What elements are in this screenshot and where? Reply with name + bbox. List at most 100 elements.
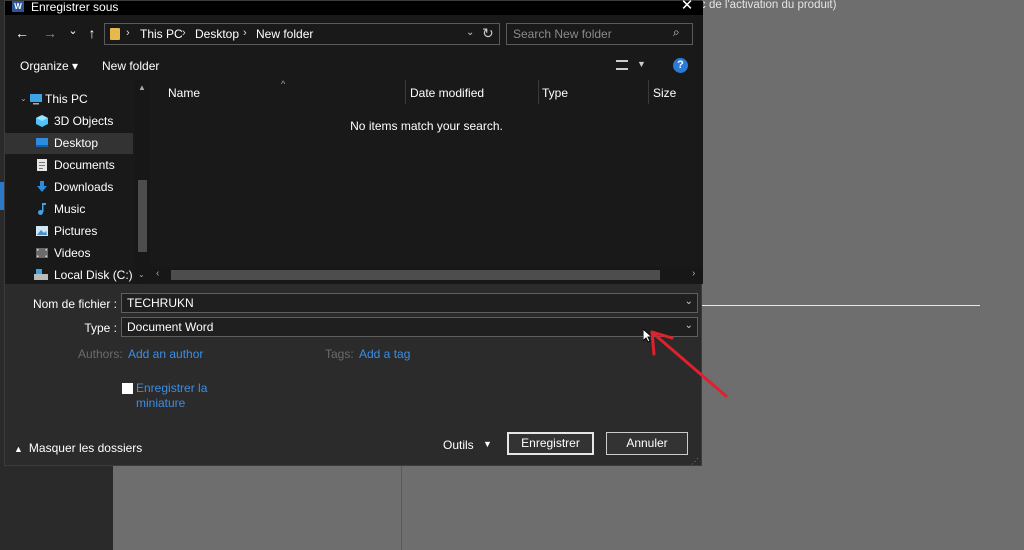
sidebar-item-desktop[interactable]: Desktop (5, 133, 133, 154)
refresh-icon[interactable]: ↻ (482, 25, 494, 42)
sidebar-item-this-pc[interactable]: ⌄ This PC (5, 89, 133, 110)
background-horizontal-rule (702, 305, 980, 306)
expand-chevron-icon[interactable]: ⌄ (20, 94, 27, 103)
hide-folders-button[interactable]: ▲ Masquer les dossiers (14, 441, 142, 455)
column-header-date-modified[interactable]: Date modified (410, 86, 484, 100)
resize-grip-icon[interactable]: ⋰ (691, 457, 699, 466)
sidebar-item-label: This PC (45, 92, 88, 106)
navigation-pane-scrollbar[interactable]: ▲ ⌄ (135, 80, 150, 284)
folder-icon (110, 28, 120, 40)
save-as-type-dropdown[interactable]: Document Word ⌄ (121, 317, 698, 337)
column-divider[interactable] (648, 80, 649, 104)
empty-folder-message: No items match your search. (350, 119, 503, 133)
annotation-arrow-icon (650, 330, 728, 398)
sidebar-item-label: Music (54, 202, 86, 216)
scroll-right-icon[interactable]: › (692, 268, 695, 279)
sidebar-item-label: Desktop (54, 136, 99, 150)
dialog-title: Enregistrer sous (31, 0, 119, 14)
breadcrumb-this-pc[interactable]: This PC (140, 27, 183, 41)
save-thumbnail-label[interactable]: Enregistrer la miniature (136, 381, 216, 411)
sort-ascending-icon: ^ (281, 79, 286, 89)
new-folder-button[interactable]: New folder (102, 59, 159, 73)
add-tag-link[interactable]: Add a tag (359, 347, 410, 361)
search-box: ⌕ (506, 23, 693, 45)
scrollbar-thumb[interactable] (138, 180, 147, 252)
sidebar-item-local-disk[interactable]: Local Disk (C:) (5, 265, 133, 284)
forward-arrow-icon[interactable]: → (42, 25, 58, 41)
disk-icon (34, 269, 48, 280)
sidebar-item-label: 3D Objects (54, 114, 114, 128)
sidebar-item-label: Local Disk (C:) (54, 268, 133, 282)
tags-label: Tags: (325, 347, 354, 361)
column-divider[interactable] (405, 80, 406, 104)
authors-label: Authors: (78, 347, 123, 361)
search-icon[interactable]: ⌕ (673, 25, 680, 40)
background-divider (401, 466, 402, 550)
sidebar-item-label: Documents (54, 158, 115, 172)
back-arrow-icon[interactable]: ← (14, 25, 30, 41)
help-icon[interactable]: ? (673, 58, 688, 73)
scroll-down-icon[interactable]: ⌄ (138, 270, 145, 279)
word-app-icon: W (12, 1, 24, 12)
view-options-icon[interactable] (616, 60, 628, 70)
sidebar-item-videos[interactable]: Videos (5, 243, 133, 264)
pictures-icon (36, 226, 48, 236)
music-icon (38, 203, 46, 215)
recent-locations-chevron-icon[interactable]: ⌄ (65, 23, 81, 39)
sidebar-item-documents[interactable]: Documents (5, 155, 133, 176)
scrollbar-thumb[interactable] (171, 270, 660, 280)
address-dropdown-icon[interactable]: ⌄ (466, 27, 474, 38)
column-header-type[interactable]: Type (542, 86, 568, 100)
save-thumbnail-checkbox[interactable] (122, 383, 133, 394)
save-button[interactable]: Enregistrer (507, 432, 594, 455)
computer-icon (30, 94, 42, 105)
filename-value[interactable]: TECHRUKN (127, 296, 194, 310)
videos-icon (36, 248, 48, 258)
sidebar-item-label: Downloads (54, 180, 114, 194)
chevron-down-icon[interactable]: ⌄ (685, 296, 693, 307)
filename-label: Nom de fichier : (32, 297, 117, 311)
sidebar-item-label: Pictures (54, 224, 98, 238)
navigation-pane: ⌄ This PC 3D Objects Desktop Documents D… (5, 80, 150, 284)
column-divider[interactable] (538, 80, 539, 104)
filename-field[interactable]: TECHRUKN ⌄ (121, 293, 698, 313)
chevron-up-icon: ▲ (14, 444, 23, 454)
save-as-dialog: W Enregistrer sous ✕ ← → ⌄ ↑ › This PC ›… (4, 0, 703, 466)
column-header-size[interactable]: Size (653, 86, 676, 100)
address-bar[interactable]: › This PC › Desktop › New folder ⌄ ↻ (104, 23, 500, 45)
tools-dropdown-icon[interactable]: ▼ (483, 439, 492, 449)
documents-icon (37, 159, 47, 171)
up-arrow-icon[interactable]: ↑ (84, 25, 100, 41)
search-input[interactable] (513, 26, 663, 42)
sidebar-item-pictures[interactable]: Pictures (5, 221, 133, 242)
sidebar-item-3d-objects[interactable]: 3D Objects (5, 111, 133, 132)
navigation-bar: ← → ⌄ ↑ › This PC › Desktop › New folder… (5, 15, 703, 53)
scroll-left-icon[interactable]: ‹ (156, 268, 159, 279)
cube-icon (36, 115, 48, 127)
view-dropdown-icon[interactable]: ▼ (637, 59, 646, 69)
breadcrumb-new-folder[interactable]: New folder (256, 27, 313, 41)
file-list: ^ Name Date modified Type Size No items … (150, 79, 703, 284)
close-button[interactable]: ✕ (677, 0, 697, 14)
hide-folders-label: Masquer les dossiers (28, 441, 143, 455)
sidebar-item-music[interactable]: Music (5, 199, 133, 220)
organize-button[interactable]: Organize ▾ (20, 59, 78, 73)
breadcrumb-separator-icon: › (243, 27, 247, 39)
add-author-link[interactable]: Add an author (128, 347, 203, 361)
file-list-horizontal-scrollbar[interactable]: ‹ › (150, 267, 703, 283)
breadcrumb-desktop[interactable]: Desktop (195, 27, 239, 41)
scroll-up-icon[interactable]: ▲ (138, 83, 146, 92)
type-label: Type : (84, 321, 117, 335)
column-header-name[interactable]: Name (168, 86, 200, 100)
title-bar: W Enregistrer sous ✕ (5, 0, 703, 15)
sidebar-item-downloads[interactable]: Downloads (5, 177, 133, 198)
type-value: Document Word (127, 320, 214, 334)
breadcrumb-separator-icon: › (126, 27, 130, 39)
desktop-icon (36, 138, 48, 147)
command-toolbar: Organize ▾ New folder ▼ ? (5, 53, 703, 80)
sidebar-item-label: Videos (54, 246, 91, 260)
breadcrumb-separator-icon: › (182, 27, 186, 39)
background-title-fragment: c de l'activation du produit) (700, 0, 837, 11)
cancel-button[interactable]: Annuler (606, 432, 688, 455)
tools-menu-button[interactable]: Outils (443, 438, 474, 452)
